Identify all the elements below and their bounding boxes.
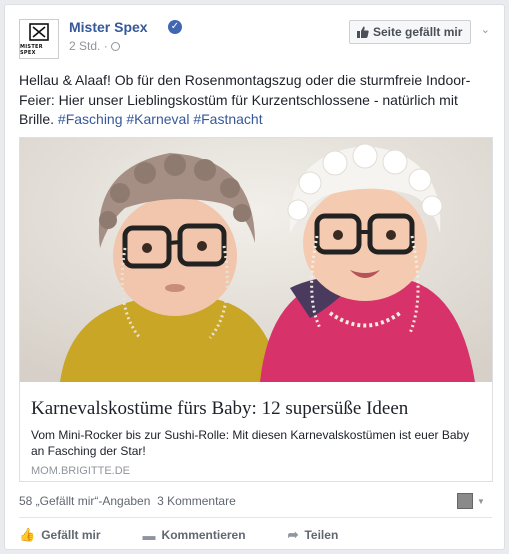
- like-page-button[interactable]: Seite gefällt mir: [349, 20, 472, 44]
- mister-spex-logo-icon: [29, 22, 49, 41]
- thumbs-up-icon: 👍: [19, 527, 36, 542]
- comment-label: Kommentieren: [161, 528, 246, 542]
- caret-down-icon: ▼: [477, 496, 485, 506]
- likes-count[interactable]: 58 „Gefällt mir“-Angaben: [19, 494, 150, 508]
- hashtag-karneval[interactable]: #Karneval: [126, 111, 189, 127]
- post-options-chevron-icon[interactable]: ⌄: [481, 23, 490, 36]
- viewer-avatar: [457, 493, 473, 509]
- post-meta: 2 Std. ·: [69, 39, 120, 53]
- divider: [19, 517, 492, 518]
- logo-text: MISTER SPEX: [20, 43, 43, 56]
- link-domain: MOM.BRIGITTE.DE: [31, 465, 130, 477]
- thumbs-up-icon: [357, 26, 369, 38]
- page-name-link[interactable]: Mister Spex: [69, 19, 148, 35]
- like-label: Gefällt mir: [41, 528, 101, 542]
- hashtag-fasching[interactable]: #Fasching: [58, 111, 123, 127]
- facebook-post: MISTER SPEX Mister Spex ✓ 2 Std. · Seite…: [4, 4, 505, 550]
- link-title[interactable]: Karnevalskostüme fürs Baby: 12 supersüße…: [31, 398, 483, 420]
- viewer-selector[interactable]: ▼: [457, 493, 485, 509]
- link-description: Vom Mini-Rocker bis zur Sushi-Rolle: Mit…: [31, 428, 470, 458]
- link-preview-card[interactable]: Karnevalskostüme fürs Baby: 12 supersüße…: [19, 137, 493, 482]
- post-actions: 👍 Gefällt mir ▬ Kommentieren ➦ Teilen: [19, 524, 492, 546]
- share-label: Teilen: [304, 528, 339, 542]
- post-header: MISTER SPEX Mister Spex ✓ 2 Std. · Seite…: [19, 17, 494, 61]
- like-button[interactable]: 👍 Gefällt mir: [19, 524, 101, 546]
- hashtag-fastnacht[interactable]: #Fastnacht: [193, 111, 262, 127]
- comment-button[interactable]: ▬ Kommentieren: [143, 524, 246, 546]
- like-page-label: Seite gefällt mir: [373, 25, 463, 39]
- link-preview-image[interactable]: [20, 138, 492, 382]
- post-stats: 58 „Gefällt mir“-Angaben 3 Kommentare: [19, 494, 236, 508]
- post-text: Hellau & Alaaf! Ob für den Rosenmontagsz…: [19, 71, 493, 130]
- globe-icon: [110, 42, 120, 51]
- comments-count[interactable]: 3 Kommentare: [157, 494, 236, 508]
- comment-bubble-icon: ▬: [142, 527, 156, 543]
- post-timestamp[interactable]: 2 Std. ·: [69, 39, 108, 53]
- verified-check-icon: ✓: [168, 20, 182, 34]
- page-avatar[interactable]: MISTER SPEX: [19, 19, 59, 59]
- share-button[interactable]: ➦ Teilen: [288, 524, 339, 546]
- share-arrow-icon: ➦: [287, 527, 299, 542]
